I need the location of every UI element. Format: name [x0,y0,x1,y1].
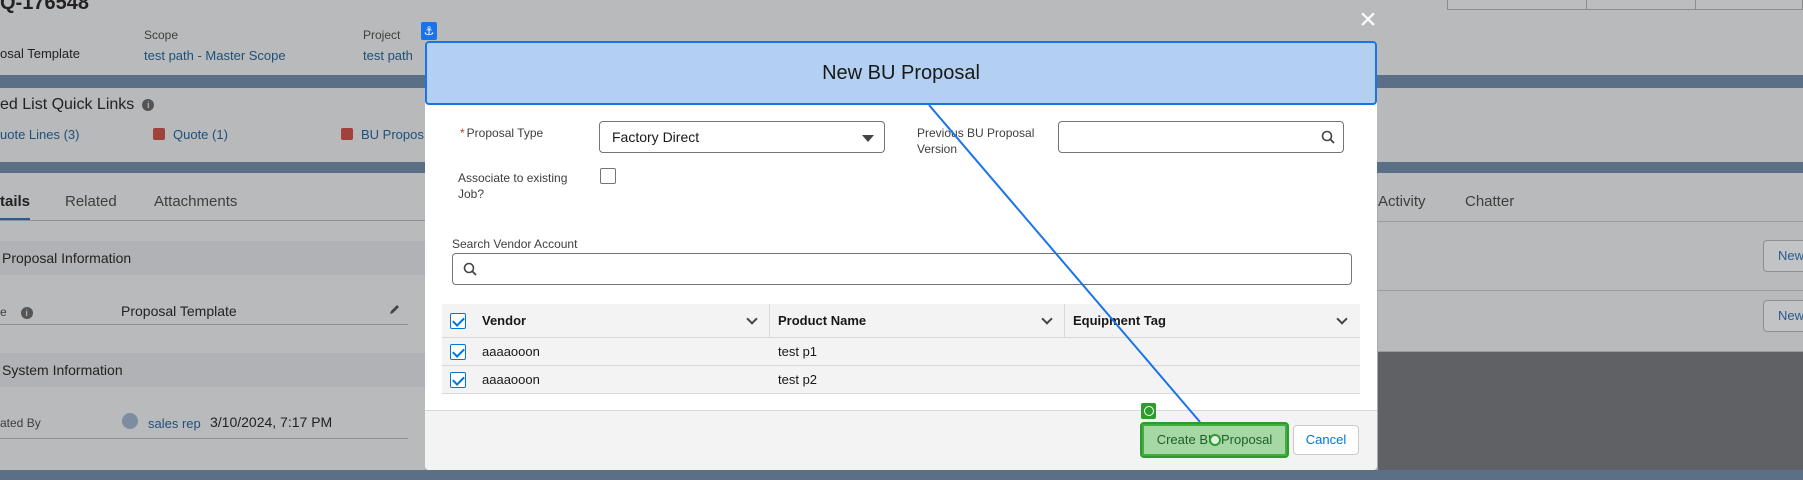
header-action-button[interactable] [1586,0,1696,10]
pencil-icon[interactable] [389,302,401,314]
header-action-button[interactable] [1695,0,1803,10]
quick-link-bu-proposal[interactable]: BU Propos [341,127,424,142]
panel-divider [1378,290,1803,291]
backdrop-area [1378,352,1803,470]
scope-link[interactable]: test path - Master Scope [144,48,286,63]
project-link[interactable]: test path [363,48,413,63]
modal-header: New BU Proposal [425,41,1377,105]
tab-attachments[interactable]: Attachments [154,193,237,210]
previous-version-label: Previous BU Proposal Version [917,126,1035,156]
caret-down-icon [862,135,874,142]
table-row[interactable]: aaaaooon test p1 [442,338,1360,366]
column-header-vendor[interactable]: Vendor [442,304,770,338]
anchor-icon: ⚓ [421,22,437,40]
cancel-button[interactable]: Cancel [1293,425,1359,455]
previous-version-lookup[interactable] [1058,121,1344,153]
proposal-icon [341,128,353,140]
modal-title: New BU Proposal [822,62,980,84]
tabs-divider [0,220,425,221]
template-field-value: Proposal Template [121,303,237,319]
quick-links-title: ed List Quick Links i [0,96,155,114]
column-header-equipment-tag[interactable]: Equipment Tag [1065,304,1360,338]
row-divider [0,324,408,325]
panel-divider [1378,221,1803,222]
quick-link-quote-lines[interactable]: uote Lines (3) [0,127,80,142]
proposal-type-select[interactable]: Factory Direct [599,121,885,153]
row-checkbox[interactable] [450,372,466,388]
field-template: osal Template [0,46,80,61]
quick-link-quote[interactable]: Quote (1) [153,127,228,142]
record-title: Q-176548 [0,0,89,14]
chevron-down-icon[interactable] [1336,313,1348,325]
footer-band [0,470,1803,480]
vendor-search-label: Search Vendor Account [452,237,578,251]
row-checkbox[interactable] [450,344,466,360]
header-action-button[interactable] [1447,0,1587,10]
info-icon: i [20,307,33,319]
column-header-product-name[interactable]: Product Name [770,304,1065,338]
info-icon: i [142,98,155,111]
associate-job-checkbox[interactable] [600,168,616,184]
tab-related[interactable]: Related [65,193,117,210]
section-system-information[interactable]: System Information [0,353,425,387]
template-field-label: ei [0,305,33,319]
target-icon [1141,403,1156,419]
section-proposal-information[interactable]: Proposal Information [0,241,425,275]
search-icon [463,262,477,276]
table-row[interactable]: aaaaooon test p2 [442,366,1360,394]
header-action-buttons [1447,0,1803,10]
cursor-icon [1209,434,1221,446]
quote-icon [153,128,165,140]
field-scope: Scope test path - Master Scope [144,28,286,63]
new-button[interactable]: New [1763,240,1803,272]
select-all-checkbox[interactable] [450,313,466,329]
tab-chatter[interactable]: Chatter [1465,193,1514,210]
avatar [122,413,138,429]
vendor-search-input[interactable] [452,253,1352,285]
field-project: Project test path [363,28,413,63]
search-icon [1321,130,1335,144]
close-icon[interactable]: × [1356,5,1380,35]
created-by-label: ated By [0,416,41,430]
created-by-user-link[interactable]: sales rep [148,416,201,431]
new-button[interactable]: New [1763,300,1803,332]
details-panel: tails Related Attachments Proposal Infor… [0,173,425,470]
proposal-type-label: * Proposal Type [460,126,544,140]
row-divider [0,438,408,439]
chevron-down-icon[interactable] [1041,313,1053,325]
created-date: 3/10/2024, 7:17 PM [210,414,333,430]
chevron-down-icon[interactable] [746,313,758,325]
associate-job-label: Associate to existing Job? [458,171,568,201]
tab-activity[interactable]: Activity [1378,193,1426,210]
tab-details[interactable]: tails [0,193,31,221]
